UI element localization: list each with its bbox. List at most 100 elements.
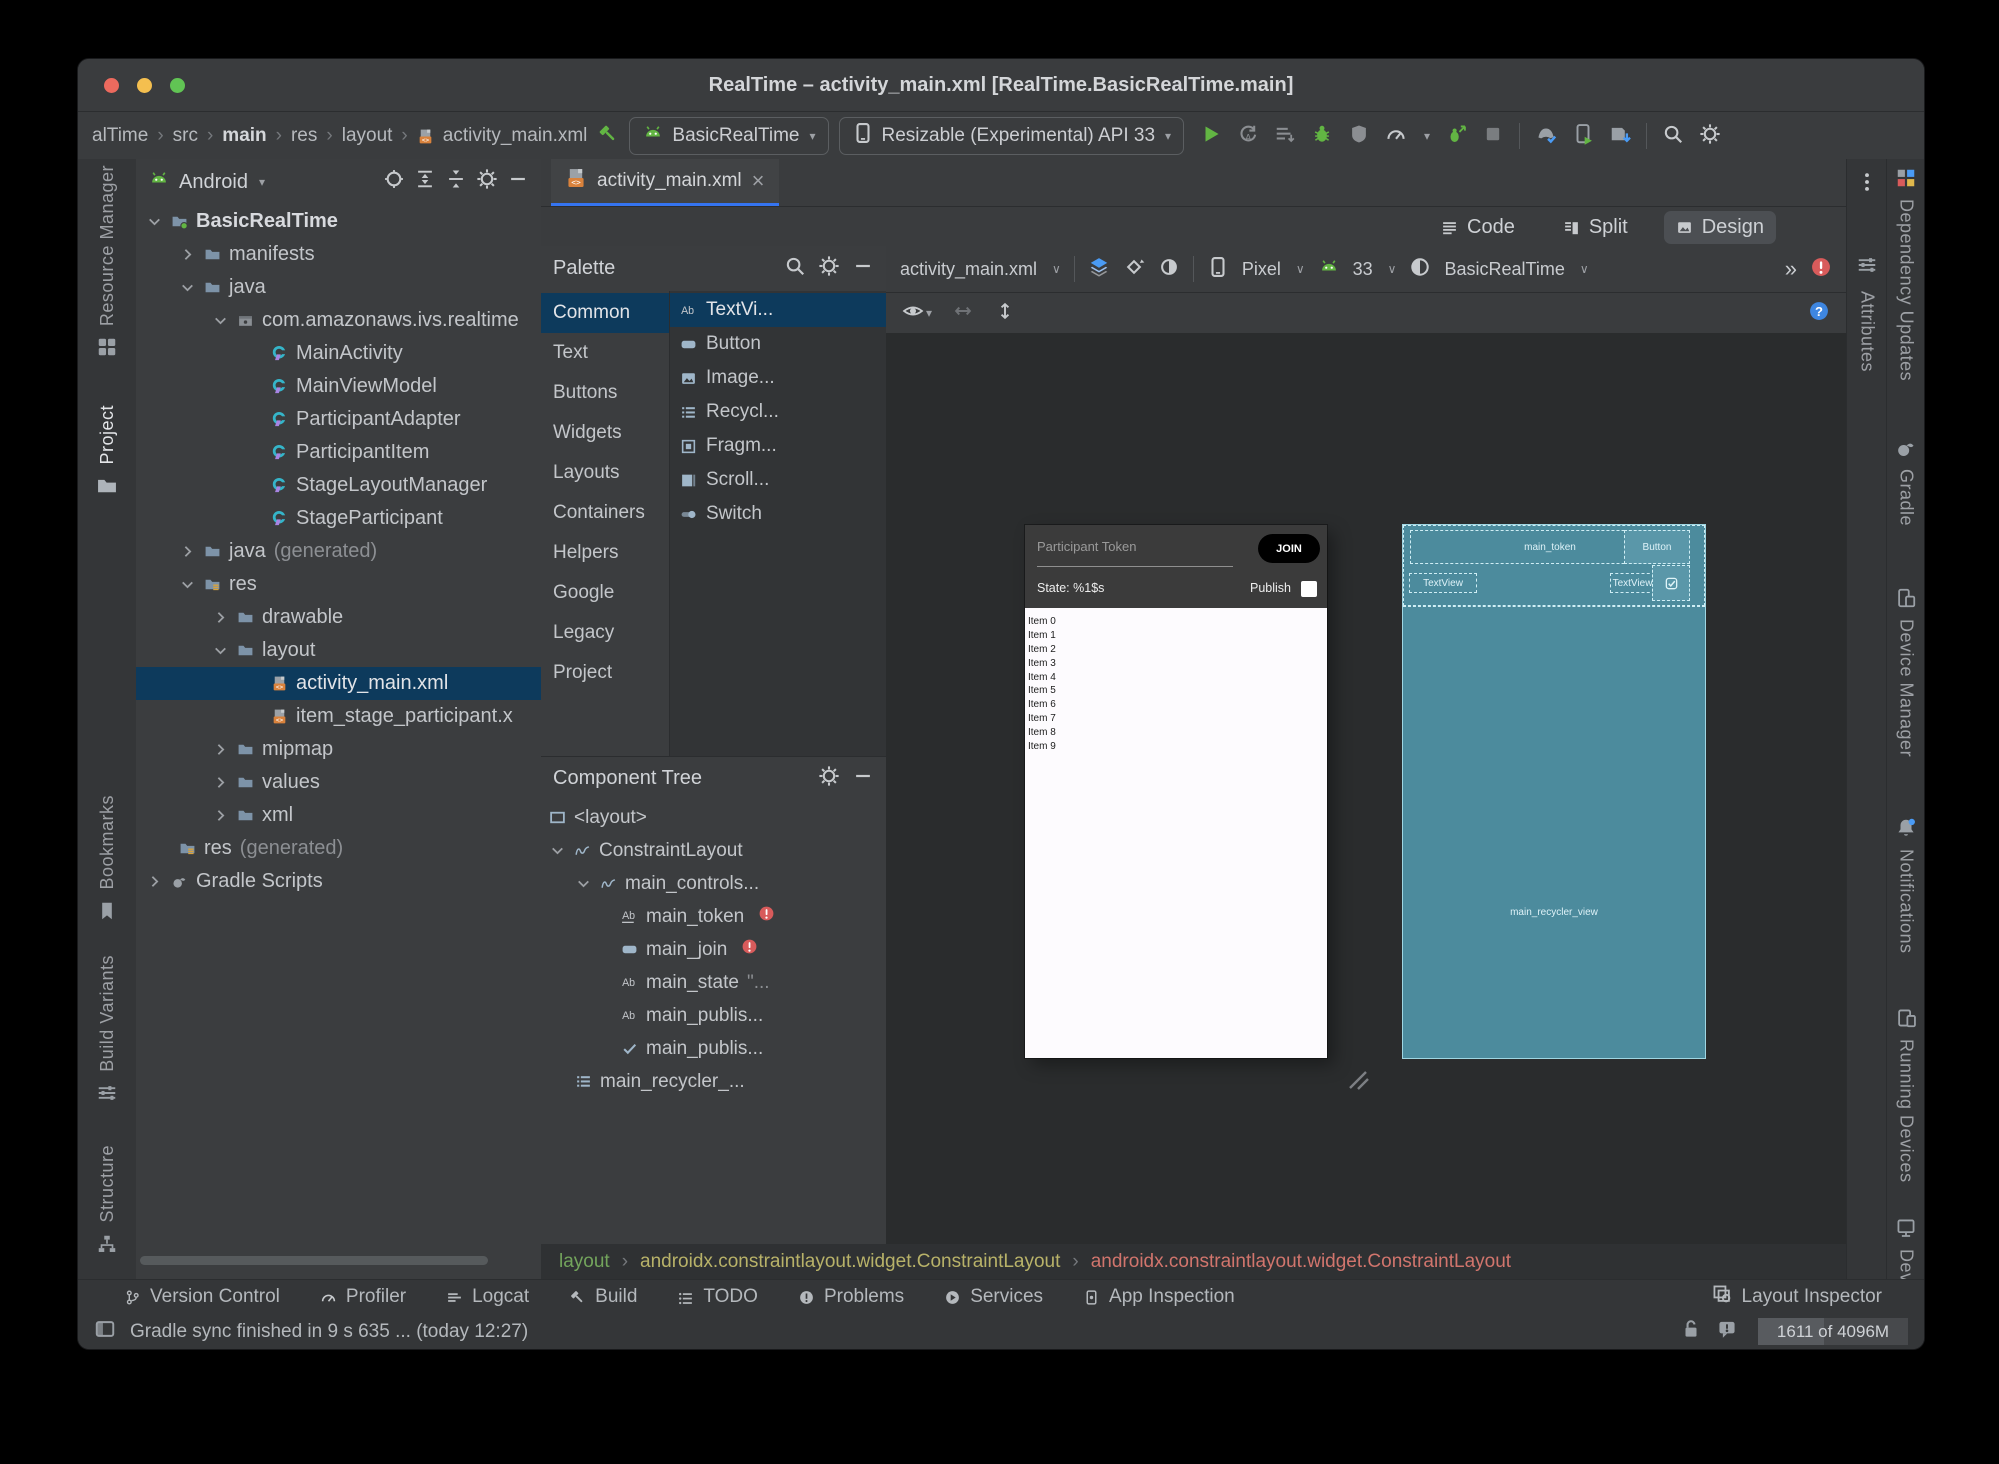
tree-item-manifests[interactable]: manifests	[136, 238, 541, 271]
device-select[interactable]: Resizable (Experimental) API 33 ▾	[838, 117, 1185, 155]
chevron-right-icon[interactable]	[179, 543, 196, 560]
palette-category-containers[interactable]: Containers	[541, 493, 669, 533]
component-main-controls-[interactable]: main_controls...	[541, 867, 886, 900]
palette-item-image-[interactable]: Image...	[670, 361, 886, 395]
tab-todo[interactable]: TODO	[677, 1286, 758, 1308]
design-file-select[interactable]: activity_main.xml	[900, 259, 1037, 280]
xml-breadcrumb-item[interactable]: androidx.constraintlayout.widget.Constra…	[1091, 1251, 1511, 1273]
bug-arrow-button[interactable]	[1445, 123, 1467, 150]
breadcrumb-item[interactable]: alTime	[92, 125, 148, 147]
chevron-down-icon[interactable]	[179, 576, 196, 593]
chevron-down-icon[interactable]	[146, 213, 163, 230]
view-options-button[interactable]	[1088, 256, 1110, 283]
tree-item-values[interactable]: values	[136, 766, 541, 799]
palette-item-button[interactable]: Button	[670, 327, 886, 361]
tab-attributes[interactable]: Attributes	[1847, 254, 1887, 372]
tree-item-xml[interactable]: xml	[136, 799, 541, 832]
palette-category-buttons[interactable]: Buttons	[541, 373, 669, 413]
hide-panel-button[interactable]	[507, 168, 529, 196]
tab-app-inspection[interactable]: App Inspection	[1083, 1286, 1235, 1308]
component-main-state[interactable]: Ab main_state "...	[541, 966, 886, 999]
device-picker-label[interactable]: Pixel	[1242, 259, 1281, 280]
tab-profiler[interactable]: Profiler	[320, 1286, 406, 1308]
tool-strip-notifications[interactable]: Notifications	[1887, 817, 1924, 954]
mode-code-button[interactable]: Code	[1429, 211, 1527, 244]
token-input-hint[interactable]: Participant Token	[1037, 539, 1137, 554]
phone-run-button[interactable]	[1572, 123, 1594, 150]
component-main-publis-[interactable]: Ab main_publis...	[541, 999, 886, 1032]
search-everywhere-button[interactable]	[1662, 123, 1684, 150]
component-constraintlayout[interactable]: ConstraintLayout	[541, 834, 886, 867]
tool-strip-running-devices[interactable]: Running Devices	[1887, 1007, 1924, 1183]
tab-services[interactable]: Services	[944, 1286, 1043, 1308]
profile-button[interactable]	[1385, 123, 1407, 150]
theme-picker-button[interactable]	[1409, 256, 1431, 283]
tree-item-res[interactable]: res	[136, 568, 541, 601]
palette-category-layouts[interactable]: Layouts	[541, 453, 669, 493]
tree-item-basicrealtime[interactable]: BasicRealTime	[136, 205, 541, 238]
tree-item-gradle-scripts[interactable]: Gradle Scripts	[136, 865, 541, 898]
lock-icon[interactable]	[1680, 1318, 1702, 1346]
state-label[interactable]: State: %1$s	[1037, 581, 1104, 595]
chevron-down-icon[interactable]	[575, 875, 592, 892]
tree-item-mipmap[interactable]: mipmap	[136, 733, 541, 766]
chevron-down-icon[interactable]	[212, 642, 229, 659]
project-options-button[interactable]	[476, 168, 498, 196]
chevron-right-icon[interactable]	[212, 807, 229, 824]
tab-layout-inspector[interactable]: Layout Inspector	[1711, 1283, 1882, 1311]
component--lt-layout-gt-[interactable]: <layout>	[541, 801, 886, 834]
tree-item-java[interactable]: java (generated)	[136, 535, 541, 568]
tool-strip-project[interactable]: Project	[78, 405, 136, 497]
minimize-window-button[interactable]	[137, 78, 152, 93]
palette-category-text[interactable]: Text	[541, 333, 669, 373]
tree-item-mainactivity[interactable]: MainActivity	[136, 337, 541, 370]
api-picker-button[interactable]	[1318, 256, 1340, 283]
sdk-download-button[interactable]	[1609, 123, 1631, 150]
help-button[interactable]: ?	[1808, 300, 1830, 327]
palette-category-helpers[interactable]: Helpers	[541, 533, 669, 573]
tree-item-layout[interactable]: layout	[136, 634, 541, 667]
tree-item-stageparticipant[interactable]: StageParticipant	[136, 502, 541, 535]
tree-item-res[interactable]: res (generated)	[136, 832, 541, 865]
breadcrumb-item[interactable]: activity_main.xml	[443, 125, 588, 147]
xml-breadcrumb-item[interactable]: androidx.constraintlayout.widget.Constra…	[640, 1251, 1060, 1273]
tab-activity-main[interactable]: <> activity_main.xml ×	[551, 159, 779, 206]
blueprint-textview-publish[interactable]: TextView	[1610, 573, 1655, 593]
palette-item-scroll-[interactable]: Scroll...	[670, 463, 886, 497]
close-icon[interactable]: ×	[752, 170, 765, 192]
horizontal-scrollbar[interactable]	[140, 1256, 488, 1265]
component-main-recycler-[interactable]: main_recycler_...	[541, 1065, 886, 1098]
settings-button[interactable]	[1699, 123, 1721, 150]
apply-changes-button[interactable]: A	[1237, 123, 1259, 150]
tool-strip-bookmarks[interactable]: Bookmarks	[78, 795, 136, 922]
pan-vertical-icon[interactable]	[994, 300, 1016, 327]
breadcrumb-item[interactable]: res	[291, 125, 317, 147]
tab-version-control[interactable]: Version Control	[124, 1286, 280, 1308]
chevron-down-icon[interactable]	[212, 312, 229, 329]
coverage-button[interactable]	[1348, 123, 1370, 150]
mode-split-button[interactable]: Split	[1551, 211, 1640, 244]
palette-category-legacy[interactable]: Legacy	[541, 613, 669, 653]
night-mode-button[interactable]	[1158, 256, 1180, 283]
minimize-icon[interactable]	[852, 765, 874, 793]
tab-build[interactable]: Build	[569, 1286, 637, 1308]
palette-item-recycl-[interactable]: Recycl...	[670, 395, 886, 429]
tool-strip-gradle[interactable]: Gradle	[1887, 437, 1924, 526]
chevron-down-icon[interactable]	[179, 279, 196, 296]
tree-item-participantitem[interactable]: ParticipantItem	[136, 436, 541, 469]
tree-item-drawable[interactable]: drawable	[136, 601, 541, 634]
publish-label[interactable]: Publish	[1250, 581, 1291, 595]
xml-breadcrumb-item[interactable]: layout	[559, 1251, 610, 1273]
zoom-window-button[interactable]	[170, 78, 185, 93]
gear-icon[interactable]	[818, 255, 840, 283]
palette-category-widgets[interactable]: Widgets	[541, 413, 669, 453]
design-preview-device[interactable]: Participant Token JOIN State: %1$s Publi…	[1025, 525, 1327, 1058]
palette-category-common[interactable]: Common	[541, 293, 669, 333]
run-button[interactable]	[1200, 123, 1222, 150]
theme-picker-label[interactable]: BasicRealTime	[1444, 259, 1564, 280]
tool-strip-device-manager[interactable]: Device Manager	[1887, 587, 1924, 757]
search-icon[interactable]	[784, 255, 806, 283]
tree-item-mainviewmodel[interactable]: MainViewModel	[136, 370, 541, 403]
run-configuration-select[interactable]: BasicRealTime ▾	[629, 117, 829, 155]
tree-item-java[interactable]: java	[136, 271, 541, 304]
